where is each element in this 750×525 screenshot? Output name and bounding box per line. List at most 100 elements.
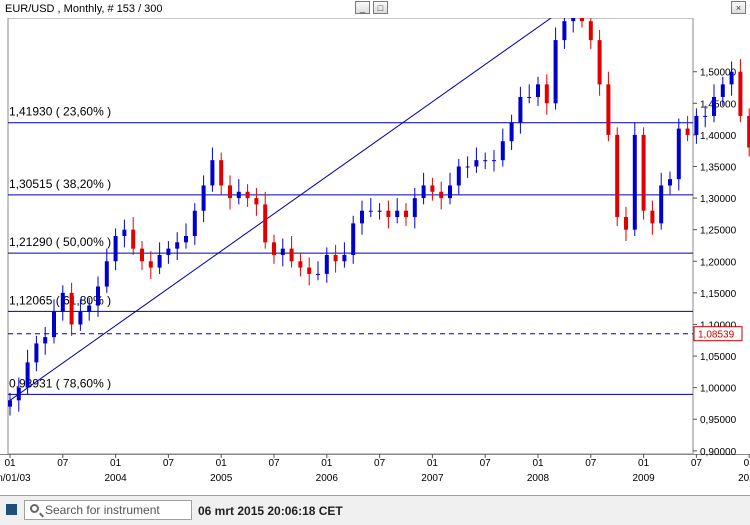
- chart-header: EUR/USD , Monthly, # 153 / 300 _ □ ×: [0, 0, 750, 18]
- search-input[interactable]: [45, 502, 189, 518]
- candle-body: [500, 141, 505, 161]
- trendline: [9, 8, 565, 401]
- candle-body: [377, 210, 382, 212]
- candle-body: [606, 84, 611, 135]
- candle-body: [659, 185, 664, 224]
- x-year-label: jan/01/03: [0, 473, 31, 484]
- close-button[interactable]: ×: [731, 1, 746, 14]
- candle-body: [219, 160, 224, 186]
- candle-body: [201, 185, 206, 211]
- candle-body: [148, 261, 153, 268]
- candle-body: [404, 210, 408, 218]
- candle-body: [87, 305, 92, 312]
- y-tick-label: 1,40000: [700, 131, 737, 142]
- candle-body: [16, 387, 21, 401]
- x-tick-label: 07: [57, 458, 69, 469]
- candle-body: [157, 254, 162, 268]
- candle-body: [122, 229, 127, 236]
- candle-body: [104, 261, 109, 287]
- candle-body: [360, 210, 364, 224]
- candle-body: [78, 311, 83, 325]
- x-year-label: 2009: [632, 473, 655, 484]
- candle-body: [456, 166, 461, 186]
- candle-body: [192, 210, 197, 236]
- chart-title: EUR/USD , Monthly, # 153 / 300: [5, 3, 163, 15]
- x-tick-label: 07: [691, 458, 703, 469]
- candle-body: [430, 185, 435, 192]
- y-tick-label: 1,05000: [700, 352, 737, 363]
- candle-body: [483, 160, 488, 162]
- x-tick-label: 01: [532, 458, 544, 469]
- x-tick-label: 01: [216, 458, 228, 469]
- y-tick-label: 1,15000: [700, 289, 737, 300]
- status-bar: 06 mrt 2015 20:06:18 CET: [0, 495, 750, 525]
- x-tick-label: 01: [744, 458, 750, 469]
- candle-body: [210, 160, 215, 186]
- candle-body: [272, 242, 276, 255]
- candle-body: [395, 210, 400, 218]
- price-chart[interactable]: 0,90000 0,95000 1,00000 1,05000 1,10000 1,150…: [0, 0, 750, 495]
- candle-body: [8, 400, 12, 407]
- candle-body: [60, 292, 65, 312]
- candle-body: [175, 242, 180, 249]
- candle-body: [544, 84, 549, 104]
- candle-body: [96, 286, 100, 306]
- x-tick-label: 01: [427, 458, 439, 469]
- candle-body: [289, 248, 294, 262]
- candle-body: [580, 8, 584, 22]
- candle-body: [316, 273, 320, 275]
- x-tick-label: 07: [374, 458, 386, 469]
- chart-canvas[interactable]: 0,900000,950001,000001,050001,100001,150…: [0, 0, 750, 495]
- candle-body: [703, 115, 708, 117]
- candle-body: [386, 210, 391, 218]
- candle-body: [113, 236, 118, 262]
- candle-body: [52, 311, 56, 338]
- candle-body: [421, 185, 426, 199]
- candle-body: [439, 191, 444, 199]
- search-box[interactable]: [24, 500, 192, 520]
- candle-body: [448, 185, 452, 199]
- search-icon: [30, 504, 39, 513]
- candle-body: [624, 217, 628, 230]
- candle-body: [351, 223, 356, 255]
- fib-level-label: 1,30515 ( 38,20% ): [9, 177, 111, 191]
- restore-button[interactable]: □: [373, 1, 388, 14]
- candle-body: [641, 134, 646, 211]
- x-year-label: 2010: [738, 473, 750, 484]
- candle-body: [720, 84, 725, 97]
- candle-body: [43, 337, 48, 344]
- candle-body: [729, 71, 734, 85]
- candle-body: [245, 191, 250, 199]
- candle-body: [368, 210, 373, 212]
- menu-icon[interactable]: [6, 504, 17, 515]
- candle-body: [492, 160, 496, 162]
- candle-body: [140, 248, 144, 262]
- candle-body: [324, 254, 329, 274]
- candle-body: [597, 40, 602, 85]
- x-tick-label: 01: [110, 458, 122, 469]
- candle-body: [536, 84, 540, 97]
- x-year-label: 2007: [421, 473, 444, 484]
- fib-level-label: 1,12065 ( 61,80% ): [9, 293, 111, 307]
- datetime-label: 06 mrt 2015 20:06:18 CET: [198, 504, 343, 518]
- candle-body: [184, 236, 188, 243]
- candle-body: [553, 40, 558, 104]
- minimize-button[interactable]: _: [355, 1, 370, 14]
- x-year-label: 2008: [527, 473, 550, 484]
- candle-body: [474, 160, 479, 167]
- x-year-label: 2005: [210, 473, 233, 484]
- x-tick-label: 07: [163, 458, 175, 469]
- x-tick-label: 07: [268, 458, 280, 469]
- x-tick-label: 07: [585, 458, 597, 469]
- y-tick-label: 1,25000: [700, 226, 737, 237]
- candle-body: [131, 229, 136, 249]
- candle-body: [236, 191, 241, 199]
- candle-body: [685, 128, 690, 135]
- candle-body: [632, 134, 637, 230]
- x-tick-label: 07: [480, 458, 492, 469]
- y-tick-label: 1,35000: [700, 162, 737, 173]
- y-tick-label: 1,20000: [700, 257, 737, 268]
- candle-body: [588, 21, 593, 41]
- candle-body: [509, 122, 514, 142]
- candle-body: [738, 71, 743, 116]
